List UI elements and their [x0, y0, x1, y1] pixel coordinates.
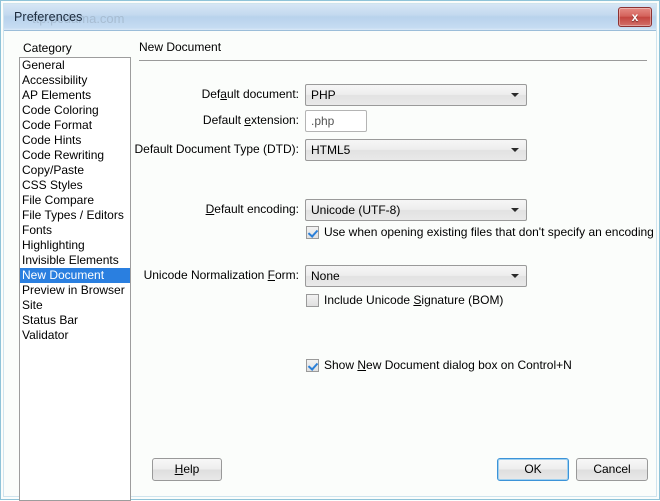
chevron-down-icon — [511, 148, 519, 152]
default-dtd-value: HTML5 — [311, 143, 351, 157]
default-dtd-select[interactable]: HTML5 — [305, 139, 527, 161]
sidebar-item[interactable]: Accessibility — [20, 73, 130, 88]
default-encoding-select[interactable]: Unicode (UTF-8) — [305, 199, 527, 221]
default-document-value: PHP — [311, 88, 336, 102]
default-document-select[interactable]: PHP — [305, 84, 527, 106]
include-bom-checkbox[interactable] — [306, 294, 319, 307]
row-default-extension: Default extension: — [149, 110, 299, 132]
default-encoding-label: Default encoding: — [205, 202, 299, 216]
show-new-document-checkbox[interactable] — [306, 359, 319, 372]
sidebar-item[interactable]: Invisible Elements — [20, 253, 130, 268]
sidebar-item[interactable]: CSS Styles — [20, 178, 130, 193]
sidebar-item[interactable]: Fonts — [20, 223, 130, 238]
use-when-opening-label: Use when opening existing files that don… — [324, 225, 654, 239]
sidebar-item[interactable]: Code Format — [20, 118, 130, 133]
use-when-opening-checkbox[interactable] — [306, 226, 319, 239]
default-extension-input[interactable]: .php — [305, 110, 367, 132]
preferences-dialog: ttp.pcdama.com Preferences x Category Ge… — [0, 0, 660, 501]
panel-divider — [139, 60, 647, 61]
default-extension-value: .php — [311, 114, 335, 128]
chevron-down-icon — [511, 274, 519, 278]
include-bom-label: Include Unicode Signature (BOM) — [324, 293, 504, 307]
dialog-content: Category General Accessibility AP Elements… — [4, 31, 656, 501]
sidebar-item[interactable]: Validator — [20, 328, 130, 343]
sidebar-item[interactable]: File Types / Editors — [20, 208, 130, 223]
title-bar: ttp.pcdama.com Preferences x — [4, 4, 656, 31]
default-dtd-label: Default Document Type (DTD): — [134, 142, 299, 156]
help-button[interactable]: Help — [152, 458, 222, 481]
category-heading: Category — [23, 41, 72, 55]
row-normalization-form: Unicode Normalization Form: — [144, 265, 299, 287]
sidebar-item[interactable]: File Compare — [20, 193, 130, 208]
dialog-inner-frame: ttp.pcdama.com Preferences x Category Ge… — [3, 3, 657, 501]
sidebar-item[interactable]: Copy/Paste — [20, 163, 130, 178]
sidebar-item[interactable]: AP Elements — [20, 88, 130, 103]
sidebar-item[interactable]: New Document — [20, 268, 130, 283]
sidebar-item[interactable]: Preview in Browser — [20, 283, 130, 298]
close-button[interactable]: x — [618, 7, 652, 27]
default-extension-label: Default extension: — [202, 113, 299, 127]
sidebar-item[interactable]: Code Rewriting — [20, 148, 130, 163]
chevron-down-icon — [511, 93, 519, 97]
default-document-label: Default document: — [201, 87, 299, 101]
normalization-form-label: Unicode Normalization Form: — [143, 268, 299, 282]
page-title: New Document — [139, 40, 222, 54]
sidebar-item[interactable]: General — [20, 58, 130, 73]
normalization-form-select[interactable]: None — [305, 265, 527, 287]
row-default-dtd: Default Document Type (DTD): — [134, 139, 299, 161]
category-listbox[interactable]: General Accessibility AP Elements Code Colo… — [19, 57, 131, 501]
row-default-document: Default document: — [149, 84, 299, 106]
sidebar-item[interactable]: Highlighting — [20, 238, 130, 253]
sidebar-item[interactable]: Site — [20, 298, 130, 313]
default-encoding-value: Unicode (UTF-8) — [311, 203, 401, 217]
ok-button[interactable]: OK — [497, 458, 569, 481]
window-title: Preferences — [14, 10, 83, 24]
cancel-button[interactable]: Cancel — [576, 458, 648, 481]
close-icon: x — [631, 10, 639, 24]
row-default-encoding: Default encoding: — [149, 199, 299, 221]
sidebar-item[interactable]: Code Coloring — [20, 103, 130, 118]
sidebar-item[interactable]: Status Bar — [20, 313, 130, 328]
show-new-document-label: Show New Document dialog box on Control+… — [324, 358, 572, 372]
normalization-form-value: None — [311, 269, 340, 283]
chevron-down-icon — [511, 208, 519, 212]
sidebar-item[interactable]: Code Hints — [20, 133, 130, 148]
